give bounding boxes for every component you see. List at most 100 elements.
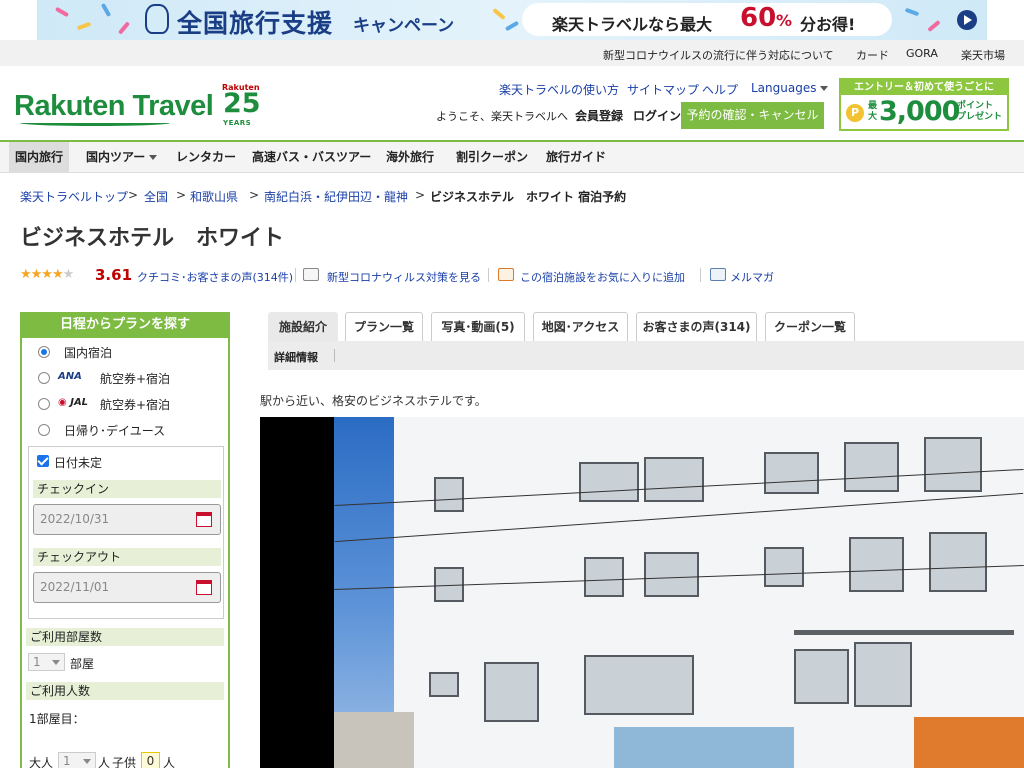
checkout-label: チェックアウト (33, 548, 221, 566)
breadcrumb-national[interactable]: 全国 (144, 188, 168, 205)
ana-logo: ANA (58, 371, 82, 382)
option-ana-label: 航空券+宿泊 (100, 372, 171, 386)
banner-offer: 楽天トラベルなら最大 60 % 分お得! (522, 3, 892, 36)
option-jal-label: 航空券+宿泊 (100, 398, 171, 412)
child-unit: 人 (163, 756, 176, 768)
card-link[interactable]: カード (856, 47, 889, 63)
rooms-label: ご利用部屋数 (26, 628, 224, 646)
banner-campaign: キャンペーン (353, 16, 455, 36)
banner-offer-suffix: 分お得! (800, 15, 856, 34)
room1-label: 1部屋目： (29, 712, 85, 726)
undecided-label: 日付未定 (54, 456, 103, 470)
hotel-tabs: 施設紹介 プラン一覧 写真･動画(5) 地図･アクセス お客さまの声(314) … (268, 312, 1024, 341)
hotel-photo[interactable] (260, 417, 1024, 768)
adult-select[interactable]: 1 (58, 752, 96, 768)
chevron-down-icon (83, 759, 91, 764)
child-value: 0 (146, 754, 155, 768)
people-label: ご利用人数 (26, 682, 224, 700)
checkin-input[interactable]: 2022/10/31 (33, 504, 221, 535)
howto-link[interactable]: 楽天トラベルの使い方 (499, 81, 619, 98)
radio-dayuse[interactable] (38, 424, 50, 436)
mascot-icon (145, 4, 169, 34)
nav-guide[interactable]: 旅行ガイド (546, 142, 606, 173)
breadcrumb-sep: > (128, 188, 139, 202)
nav-domestic-tour[interactable]: 国内ツアー (86, 142, 158, 173)
reviews-link[interactable]: クチコミ･お客さまの声(314件) (137, 269, 293, 285)
photo-side-building (334, 712, 414, 768)
calendar-icon[interactable] (196, 512, 212, 527)
help-link-label: ヘルプ (702, 83, 739, 97)
tab-photos[interactable]: 写真･動画(5) (431, 312, 525, 341)
breadcrumb-area[interactable]: 南紀白浜・紀伊田辺・龍神 (264, 188, 408, 205)
entry-banner-top: エントリー＆初めて使うごとに (841, 80, 1007, 95)
child-input[interactable]: 0 (141, 752, 160, 768)
languages-label: Languages (751, 81, 817, 95)
gora-link[interactable]: GORA (906, 47, 938, 60)
corona-info-link[interactable]: 新型コロナウイルスの流行に伴う対応について (603, 47, 834, 63)
subtab-details[interactable]: 詳細情報 (274, 349, 318, 365)
checkin-value: 2022/10/31 (40, 512, 110, 526)
nav-coupon[interactable]: 割引クーポン (456, 142, 528, 173)
rating-row: ★★★★★ 3.61 クチコミ･お客さまの声(314件) 新型コロナウィルス対策… (20, 266, 820, 284)
tab-overview[interactable]: 施設紹介 (268, 312, 338, 341)
help-link[interactable]: ヘルプ (702, 81, 738, 98)
calendar-icon[interactable] (196, 580, 212, 595)
campaign-banner[interactable]: 全国旅行支援 キャンペーン 楽天トラベルなら最大 60 % 分お得! (37, 0, 987, 40)
breadcrumb-top[interactable]: 楽天トラベルトップ (20, 188, 128, 205)
option-dayuse-label: 日帰り･デイユース (64, 424, 166, 438)
utility-bar: 新型コロナウイルスの流行に伴う対応について カード GORA 楽天市場 (0, 40, 1024, 66)
radio-jal[interactable] (38, 398, 50, 410)
banner-offer-unit: % (776, 11, 793, 30)
tab-map[interactable]: 地図･アクセス (533, 312, 628, 341)
play-icon[interactable] (957, 10, 977, 30)
nav-overseas[interactable]: 海外旅行 (386, 142, 434, 173)
undecided-checkbox[interactable] (37, 455, 49, 467)
date-box: 日付未定 チェックイン 2022/10/31 チェックアウト 2022/11/0… (28, 446, 224, 619)
hotel-building-image (334, 417, 1024, 768)
radio-domestic[interactable] (38, 346, 50, 358)
plan-search-panel: 国内宿泊 ANA 航空券+宿泊 ◉ JAL 航空券+宿泊 日帰り･デイユース 日… (20, 312, 230, 768)
favorite-link[interactable]: この宿泊施設をお気に入りに追加 (520, 269, 685, 285)
mailmag-link[interactable]: メルマガ (730, 269, 774, 285)
hotel-description: 駅から近い、格安のビジネスホテルです。 (260, 394, 487, 408)
search-panel-header: 日程からプランを探す (20, 312, 230, 338)
radio-ana[interactable] (38, 372, 50, 384)
tab-plans[interactable]: プラン一覧 (345, 312, 423, 341)
25-years-badge: Rakuten 25 YEARS (222, 83, 261, 129)
ichiba-link[interactable]: 楽天市場 (961, 47, 1005, 63)
option-domestic-label: 国内宿泊 (64, 346, 113, 360)
chevron-down-icon (820, 86, 829, 91)
nav-domestic[interactable]: 国内旅行 (9, 142, 70, 173)
nav-rentacar[interactable]: レンタカー (176, 142, 236, 173)
rakuten-travel-logo[interactable]: Rakuten Travel (14, 90, 214, 123)
tab-coupons[interactable]: クーポン一覧 (765, 312, 855, 341)
banner-offer-percent: 60 (740, 3, 777, 33)
checkout-input[interactable]: 2022/11/01 (33, 572, 221, 603)
logo-swoosh (20, 120, 170, 126)
tab-reviews[interactable]: お客さまの声(314) (636, 312, 757, 341)
favorite-icon (498, 268, 514, 281)
breadcrumb-sep: > (415, 188, 426, 202)
rooms-select[interactable]: 1 (28, 653, 65, 671)
divider (700, 268, 701, 282)
register-link[interactable]: 会員登録 (575, 107, 623, 124)
stars-off: ★ (62, 267, 75, 282)
login-link[interactable]: ログイン (633, 107, 681, 124)
breadcrumb-sep: > (249, 188, 260, 202)
sitemap-link[interactable]: サイトマップ (627, 81, 699, 98)
reservation-confirm-button[interactable]: 予約の確認・キャンセル (681, 102, 824, 129)
photo-building (394, 417, 1024, 768)
star-rating: ★★★★★ (20, 267, 75, 282)
chevron-down-icon (149, 155, 158, 160)
site-header: Rakuten Travel Rakuten 25 YEARS 楽天トラベルの使… (0, 66, 1024, 140)
divider (334, 349, 335, 362)
languages-dropdown[interactable]: Languages (751, 81, 829, 95)
mail-icon (710, 268, 726, 281)
campaign-banner-area: 全国旅行支援 キャンペーン 楽天トラベルなら最大 60 % 分お得! (0, 0, 1024, 40)
corona-measures-link[interactable]: 新型コロナウィルス対策を見る (327, 269, 481, 285)
corona-measures-icon (303, 268, 319, 281)
entry-points: 3,000 (879, 96, 960, 127)
breadcrumb-wakayama[interactable]: 和歌山県 (190, 188, 238, 205)
nav-bus[interactable]: 高速バス・バスツアー (252, 142, 371, 173)
entry-point-banner[interactable]: エントリー＆初めて使うごとに P 最大 3,000 ポイント プレゼント (839, 78, 1009, 131)
